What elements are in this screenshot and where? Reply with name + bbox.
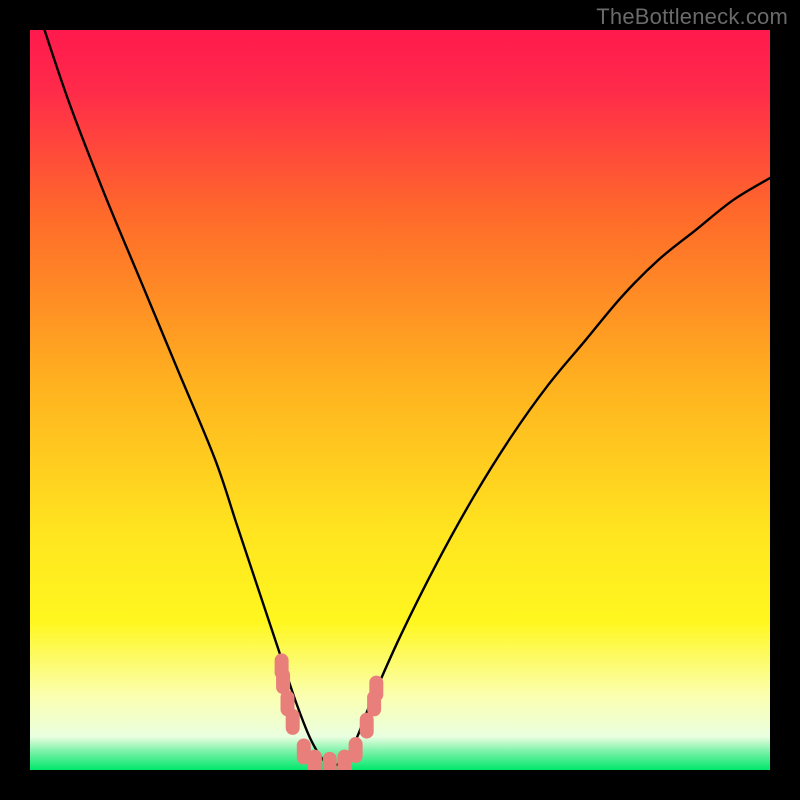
- marker: [360, 713, 374, 739]
- marker: [349, 737, 363, 763]
- plot-area: [30, 30, 770, 770]
- watermark-text: TheBottleneck.com: [596, 4, 788, 30]
- chart-overlay: [30, 30, 770, 770]
- marker: [369, 676, 383, 702]
- bottleneck-curve: [30, 30, 770, 765]
- marker: [276, 668, 290, 694]
- chart-frame: TheBottleneck.com: [0, 0, 800, 800]
- marker: [308, 750, 322, 770]
- marker: [286, 709, 300, 735]
- marker: [323, 752, 337, 770]
